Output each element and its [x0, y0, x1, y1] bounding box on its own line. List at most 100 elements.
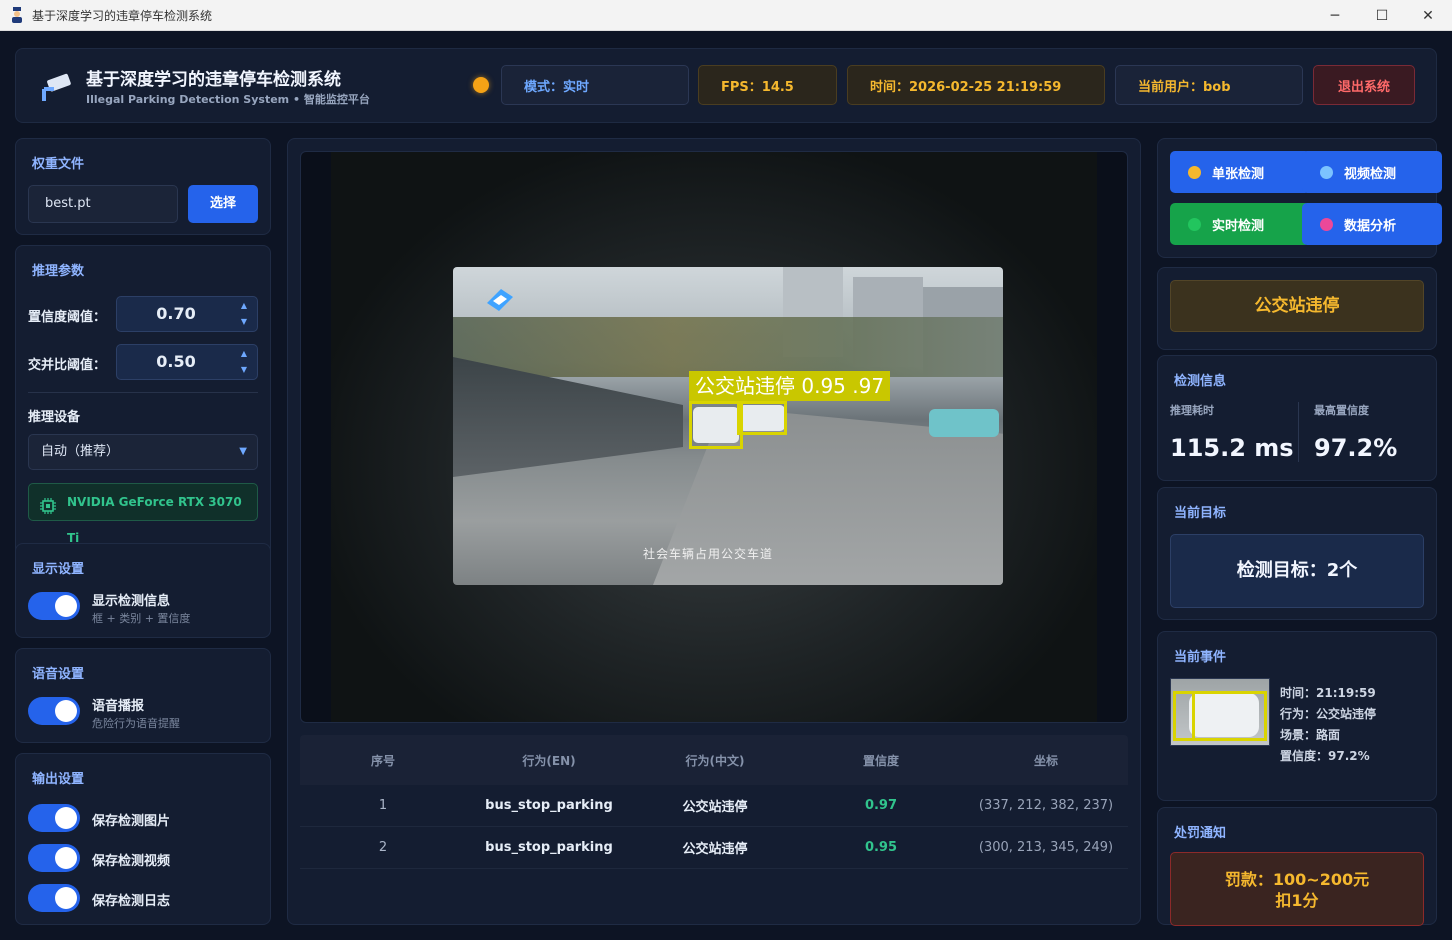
app-header: 基于深度学习的违章停车检测系统 Illegal Parking Detectio…: [15, 48, 1437, 123]
event-behavior: 行为：公交站违停: [1280, 707, 1377, 721]
toggle-knob: [55, 807, 77, 829]
dot-icon: [1188, 218, 1201, 231]
cell-coords: (300, 213, 345, 249): [978, 840, 1114, 855]
device-select[interactable]: 自动（推荐） ▼: [28, 434, 258, 470]
output-settings-title: 输出设置: [32, 772, 85, 787]
video-caption: 社会车辆占用公交车道: [643, 547, 774, 561]
conf-threshold-spinbox[interactable]: 0.70 ▲ ▼: [116, 296, 258, 332]
show-detection-info-label: 显示检测信息: [92, 594, 171, 609]
officer-icon: [10, 7, 24, 23]
exit-button[interactable]: 退出系统: [1313, 65, 1415, 105]
save-image-label: 保存检测图片: [92, 814, 171, 829]
event-time: 时间：21:19:59: [1280, 686, 1376, 700]
weights-panel: 权重文件 best.pt 选择: [15, 138, 271, 235]
event-scene: 场景：路面: [1280, 728, 1341, 742]
save-video-label: 保存检测视频: [92, 854, 171, 869]
inference-time-value: 115.2 ms: [1170, 434, 1294, 462]
voice-broadcast-toggle[interactable]: [28, 697, 80, 725]
status-indicator: [473, 77, 489, 93]
inference-time-label: 推理耗时: [1170, 404, 1214, 417]
penalty-fine: 罚款：100~200元: [1224, 870, 1370, 889]
conf-up-arrow-icon[interactable]: ▲: [241, 301, 247, 310]
header-confidence: 置信度: [862, 753, 899, 768]
conf-down-arrow-icon[interactable]: ▼: [241, 317, 247, 326]
save-log-label: 保存检测日志: [92, 894, 171, 909]
cell-behavior-cn: 公交站违停: [682, 800, 748, 815]
detection-info-title: 检测信息: [1174, 374, 1227, 389]
cell-index: 1: [378, 798, 388, 813]
voice-broadcast-label: 语音播报: [92, 699, 145, 714]
current-target-panel: 当前目标 检测目标：2个: [1157, 487, 1437, 620]
data-analysis-button[interactable]: 数据分析: [1302, 203, 1442, 245]
window-title: 基于深度学习的违章停车检测系统: [32, 8, 213, 23]
close-button[interactable]: ✕: [1405, 0, 1451, 31]
chip-icon: [39, 493, 57, 514]
bounding-box: [737, 401, 787, 435]
choose-weights-button[interactable]: 选择: [188, 185, 258, 223]
center-panel: 公交站违停 0.95 .97 社会车辆占用公交车道 序号 行为(EN) 行为(中…: [287, 138, 1141, 925]
table-row[interactable]: 2 bus_stop_parking 公交站违停 0.95 (300, 213,…: [300, 827, 1128, 869]
iou-down-arrow-icon[interactable]: ▼: [241, 365, 247, 374]
realtime-detect-label: 实时检测: [1212, 218, 1265, 234]
detection-info-panel: 检测信息 推理耗时 115.2 ms 最高置信度 97.2%: [1157, 355, 1437, 481]
header-coords: 坐标: [1033, 753, 1058, 768]
header-index: 序号: [370, 753, 395, 768]
maximize-button[interactable]: ☐: [1359, 0, 1405, 31]
max-confidence-value: 97.2%: [1314, 434, 1398, 462]
dot-icon: [1320, 218, 1333, 231]
iou-threshold-spinbox[interactable]: 0.50 ▲ ▼: [116, 344, 258, 380]
bounding-box: [689, 401, 743, 449]
chevron-down-icon: ▼: [239, 446, 247, 457]
single-detect-button[interactable]: 单张检测: [1170, 151, 1310, 193]
show-detection-info-toggle[interactable]: [28, 592, 80, 620]
voice-broadcast-sub: 危险行为语音提醒: [92, 717, 180, 730]
single-detect-label: 单张检测: [1212, 166, 1265, 182]
penalty-notice: 罚款：100~200元 扣1分: [1170, 852, 1424, 926]
bus: [929, 409, 999, 437]
violation-panel: 公交站违停: [1157, 267, 1437, 350]
table-row[interactable]: 1 bus_stop_parking 公交站违停 0.97 (337, 212,…: [300, 785, 1128, 827]
toggle-knob: [55, 887, 77, 909]
output-settings-panel: 输出设置 保存检测图片 保存检测视频 保存检测日志: [15, 753, 271, 925]
header-behavior-cn: 行为(中文): [685, 753, 745, 768]
display-settings-panel: 显示设置 显示检测信息 框 + 类别 + 置信度: [15, 543, 271, 638]
dot-icon: [1188, 166, 1201, 179]
iou-threshold-label: 交并比阈值：: [28, 358, 107, 373]
video-detect-button[interactable]: 视频检测: [1302, 151, 1442, 193]
divider: [28, 392, 258, 393]
show-detection-info-sub: 框 + 类别 + 置信度: [92, 612, 191, 625]
save-log-toggle[interactable]: [28, 884, 80, 912]
device-select-value: 自动（推荐）: [41, 444, 120, 459]
gpu-name: NVIDIA GeForce RTX 3070 Ti: [67, 495, 242, 545]
mode-badge: 模式：实时: [501, 65, 689, 105]
toggle-knob: [55, 595, 77, 617]
user-badge: 当前用户：bob: [1115, 65, 1303, 105]
channel-logo-icon: [479, 281, 521, 321]
max-confidence-label: 最高置信度: [1314, 404, 1369, 417]
header-behavior-en: 行为(EN): [522, 753, 576, 768]
save-video-toggle[interactable]: [28, 844, 80, 872]
time-badge: 时间：2026-02-25 21:19:59: [847, 65, 1105, 105]
event-confidence: 置信度：97.2%: [1280, 749, 1370, 763]
display-settings-title: 显示设置: [32, 562, 85, 577]
minimize-button[interactable]: ─: [1312, 0, 1358, 31]
save-image-toggle[interactable]: [28, 804, 80, 832]
app-title: 基于深度学习的违章停车检测系统: [86, 70, 341, 90]
cell-confidence: 0.95: [864, 840, 898, 855]
weights-title: 权重文件: [32, 157, 85, 172]
bounding-box-label: 公交站违停 0.95 .97: [689, 371, 891, 401]
window-titlebar[interactable]: 基于深度学习的违章停车检测系统 ─ ☐ ✕: [0, 0, 1452, 31]
bounding-box: [1173, 691, 1267, 741]
weights-file-field[interactable]: best.pt: [28, 185, 178, 223]
detection-viewer: 公交站违停 0.95 .97 社会车辆占用公交车道: [300, 151, 1128, 723]
penalty-title: 处罚通知: [1174, 826, 1227, 841]
trees: [453, 317, 1003, 377]
device-label: 推理设备: [28, 410, 81, 425]
results-table: 序号 行为(EN) 行为(中文) 置信度 坐标 1 bus_stop_parki…: [300, 735, 1128, 869]
event-thumbnail[interactable]: [1170, 678, 1270, 746]
iou-up-arrow-icon[interactable]: ▲: [241, 349, 247, 358]
current-target-title: 当前目标: [1174, 506, 1227, 521]
app-subtitle: Illegal Parking Detection System • 智能监控平…: [86, 93, 370, 106]
realtime-detect-button[interactable]: 实时检测: [1170, 203, 1310, 245]
iou-threshold-value: 0.50: [156, 352, 196, 371]
